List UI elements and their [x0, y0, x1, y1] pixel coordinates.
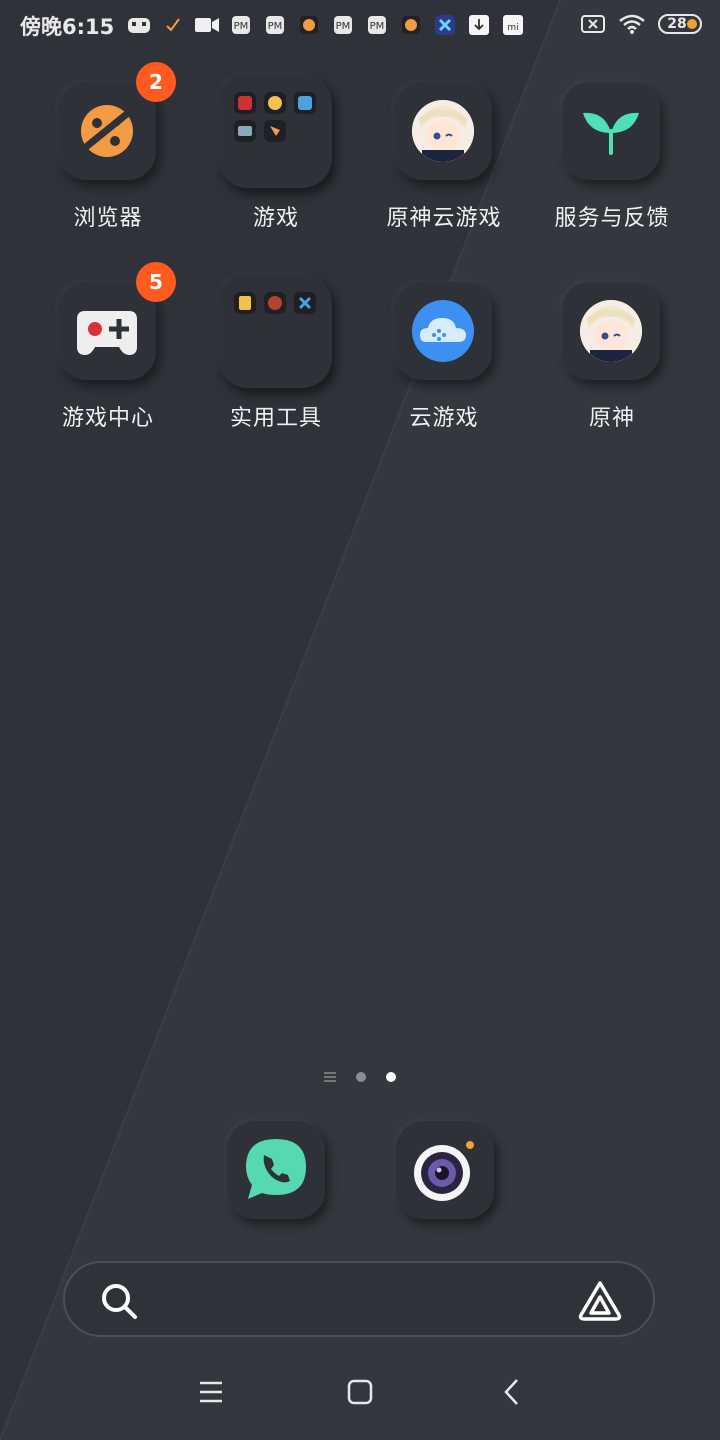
mini-app-icon	[234, 120, 256, 142]
game-center-icon	[77, 311, 137, 355]
notification-icons: PM PM PM PM mi	[122, 12, 530, 38]
nav-back-button[interactable]	[482, 1372, 542, 1412]
app-label: 游戏中心	[61, 406, 154, 431]
notification-badge: 5	[136, 262, 176, 302]
app-browser[interactable]: 2 浏览器	[24, 62, 192, 262]
mini-app-icon	[294, 92, 316, 114]
search-icon[interactable]	[99, 1281, 139, 1321]
charging-dot	[687, 19, 697, 29]
game-controller-icon: PM	[258, 12, 292, 38]
game-controller-icon: PM	[360, 12, 394, 38]
svg-text:PM: PM	[234, 21, 249, 32]
game-controller-icon: PM	[326, 12, 360, 38]
search-input[interactable]	[155, 1281, 559, 1319]
phone-icon	[246, 1139, 306, 1199]
assistant-icon[interactable]	[577, 1279, 623, 1321]
app-drawer-indicator[interactable]	[324, 1072, 336, 1082]
app-label: 云游戏	[409, 406, 479, 431]
app-game-center[interactable]: 5 游戏中心	[24, 262, 192, 462]
app-label: 实用工具	[229, 406, 322, 431]
battery-indicator: 28	[658, 14, 702, 34]
game-center-app-icon[interactable]	[58, 282, 156, 380]
dock-phone[interactable]	[227, 1121, 325, 1219]
nav-menu-button[interactable]	[181, 1372, 241, 1412]
game-controller-icon: PM	[224, 12, 258, 38]
camera-icon	[414, 1141, 474, 1201]
genshin-cloud-app-icon[interactable]	[394, 82, 492, 180]
mini-app-icon	[264, 120, 286, 142]
mini-app-icon	[264, 292, 286, 314]
page-indicator[interactable]	[324, 1070, 396, 1084]
app-genshin-cloud[interactable]: 原神云游戏	[360, 82, 528, 262]
genshin-avatar	[580, 300, 642, 362]
page-dot[interactable]	[356, 1072, 366, 1082]
browser-icon	[292, 12, 326, 38]
page-dot-active[interactable]	[386, 1072, 396, 1082]
status-bar: 傍晚6:15 PM PM PM PM mi 28	[0, 0, 720, 50]
browser-icon	[394, 12, 428, 38]
search-bar[interactable]	[63, 1261, 655, 1337]
wifi-icon	[619, 14, 645, 34]
notification-badge: 2	[136, 62, 176, 102]
mi-icon: mi	[496, 12, 530, 38]
app-label: 原神	[588, 406, 635, 431]
mini-app-icon	[234, 92, 256, 114]
app-label: 服务与反馈	[554, 206, 670, 231]
home-icon	[347, 1379, 373, 1405]
folder-icon[interactable]	[218, 274, 332, 388]
dock-camera[interactable]	[396, 1121, 494, 1219]
check-icon	[156, 12, 190, 38]
svg-text:PM: PM	[268, 21, 283, 32]
battery-level: 28	[667, 16, 687, 32]
app-label: 浏览器	[73, 206, 143, 231]
cloud-game-app-icon[interactable]	[394, 282, 492, 380]
app-cloud-game[interactable]: 云游戏	[360, 282, 528, 462]
download-icon	[462, 12, 496, 38]
app-service-feedback[interactable]: 服务与反馈	[528, 82, 696, 262]
mini-app-icon	[264, 92, 286, 114]
cloud-game-icon	[412, 300, 474, 362]
folder-games[interactable]: 游戏	[192, 74, 360, 262]
svg-text:PM: PM	[336, 21, 351, 32]
browser-planet-icon	[78, 105, 136, 157]
genshin-app-icon[interactable]	[562, 282, 660, 380]
svg-text:mi: mi	[507, 23, 518, 33]
folder-icon[interactable]	[218, 74, 332, 188]
app-label: 原神云游戏	[386, 206, 502, 231]
app-genshin[interactable]: 原神	[528, 282, 696, 462]
gamepad-icon	[122, 12, 156, 38]
svg-text:PM: PM	[370, 21, 385, 32]
sprout-icon	[583, 112, 639, 155]
genshin-cloud-avatar	[412, 100, 474, 162]
status-time: 傍晚6:15	[20, 15, 115, 39]
mini-app-icon	[234, 292, 256, 314]
service-feedback-app-icon[interactable]	[562, 82, 660, 180]
back-icon	[504, 1379, 518, 1405]
folder-utilities[interactable]: 实用工具	[192, 274, 360, 462]
nav-home-button[interactable]	[330, 1372, 390, 1412]
app-label: 游戏	[252, 206, 299, 231]
menu-icon	[200, 1381, 222, 1403]
mini-app-icon	[294, 292, 316, 314]
x-app-icon	[428, 12, 462, 38]
video-icon	[190, 12, 224, 38]
sim-off-icon	[581, 15, 605, 33]
browser-app-icon[interactable]	[58, 82, 156, 180]
